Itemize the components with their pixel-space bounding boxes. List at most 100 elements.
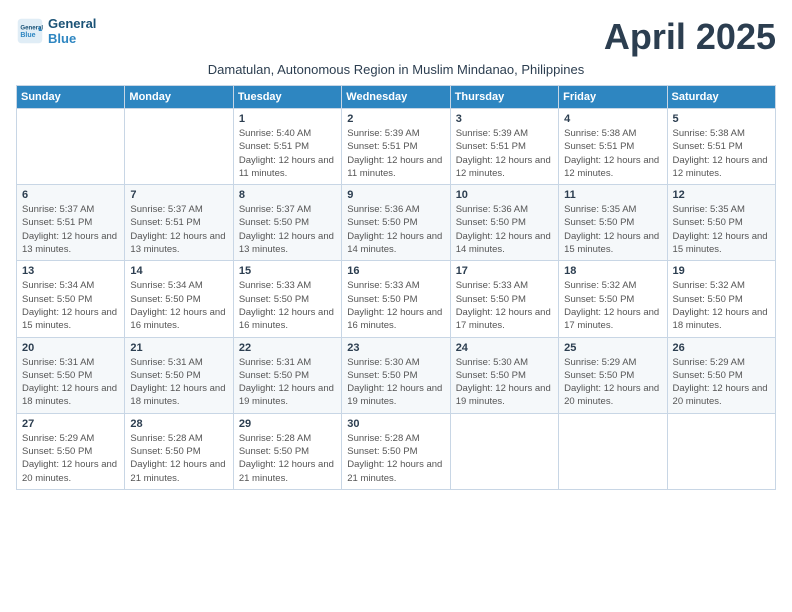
day-info: Sunrise: 5:33 AMSunset: 5:50 PMDaylight:… <box>456 279 553 332</box>
day-number: 19 <box>673 265 770 277</box>
calendar-cell: 30 Sunrise: 5:28 AMSunset: 5:50 PMDaylig… <box>342 413 450 489</box>
day-info: Sunrise: 5:37 AMSunset: 5:51 PMDaylight:… <box>22 203 119 256</box>
day-info: Sunrise: 5:32 AMSunset: 5:50 PMDaylight:… <box>673 279 770 332</box>
day-number: 15 <box>239 265 336 277</box>
day-number: 26 <box>673 342 770 354</box>
day-info: Sunrise: 5:29 AMSunset: 5:50 PMDaylight:… <box>22 432 119 485</box>
day-number: 3 <box>456 113 553 125</box>
calendar-cell: 7 Sunrise: 5:37 AMSunset: 5:51 PMDayligh… <box>125 185 233 261</box>
calendar-cell: 22 Sunrise: 5:31 AMSunset: 5:50 PMDaylig… <box>233 337 341 413</box>
logo-icon: General Blue <box>16 17 44 45</box>
day-info: Sunrise: 5:38 AMSunset: 5:51 PMDaylight:… <box>673 127 770 180</box>
weekday-header: Monday <box>125 86 233 109</box>
day-info: Sunrise: 5:31 AMSunset: 5:50 PMDaylight:… <box>22 356 119 409</box>
day-number: 14 <box>130 265 227 277</box>
calendar-cell: 9 Sunrise: 5:36 AMSunset: 5:50 PMDayligh… <box>342 185 450 261</box>
calendar-week-row: 6 Sunrise: 5:37 AMSunset: 5:51 PMDayligh… <box>17 185 776 261</box>
calendar-cell <box>559 413 667 489</box>
day-info: Sunrise: 5:39 AMSunset: 5:51 PMDaylight:… <box>456 127 553 180</box>
day-info: Sunrise: 5:30 AMSunset: 5:50 PMDaylight:… <box>347 356 444 409</box>
calendar-week-row: 20 Sunrise: 5:31 AMSunset: 5:50 PMDaylig… <box>17 337 776 413</box>
weekday-header: Tuesday <box>233 86 341 109</box>
day-number: 12 <box>673 189 770 201</box>
day-info: Sunrise: 5:33 AMSunset: 5:50 PMDaylight:… <box>347 279 444 332</box>
calendar-cell: 2 Sunrise: 5:39 AMSunset: 5:51 PMDayligh… <box>342 109 450 185</box>
day-info: Sunrise: 5:34 AMSunset: 5:50 PMDaylight:… <box>22 279 119 332</box>
day-info: Sunrise: 5:34 AMSunset: 5:50 PMDaylight:… <box>130 279 227 332</box>
day-info: Sunrise: 5:35 AMSunset: 5:50 PMDaylight:… <box>564 203 661 256</box>
calendar-cell: 12 Sunrise: 5:35 AMSunset: 5:50 PMDaylig… <box>667 185 775 261</box>
calendar-cell: 15 Sunrise: 5:33 AMSunset: 5:50 PMDaylig… <box>233 261 341 337</box>
calendar-cell: 3 Sunrise: 5:39 AMSunset: 5:51 PMDayligh… <box>450 109 558 185</box>
day-number: 30 <box>347 418 444 430</box>
day-number: 29 <box>239 418 336 430</box>
day-number: 8 <box>239 189 336 201</box>
day-number: 18 <box>564 265 661 277</box>
calendar-cell: 11 Sunrise: 5:35 AMSunset: 5:50 PMDaylig… <box>559 185 667 261</box>
calendar-cell: 6 Sunrise: 5:37 AMSunset: 5:51 PMDayligh… <box>17 185 125 261</box>
calendar-cell: 4 Sunrise: 5:38 AMSunset: 5:51 PMDayligh… <box>559 109 667 185</box>
day-number: 17 <box>456 265 553 277</box>
day-info: Sunrise: 5:36 AMSunset: 5:50 PMDaylight:… <box>456 203 553 256</box>
calendar-cell: 25 Sunrise: 5:29 AMSunset: 5:50 PMDaylig… <box>559 337 667 413</box>
calendar-cell: 23 Sunrise: 5:30 AMSunset: 5:50 PMDaylig… <box>342 337 450 413</box>
day-info: Sunrise: 5:28 AMSunset: 5:50 PMDaylight:… <box>239 432 336 485</box>
day-number: 9 <box>347 189 444 201</box>
weekday-header: Thursday <box>450 86 558 109</box>
calendar-week-row: 27 Sunrise: 5:29 AMSunset: 5:50 PMDaylig… <box>17 413 776 489</box>
svg-text:Blue: Blue <box>20 32 35 39</box>
calendar-subtitle: Damatulan, Autonomous Region in Muslim M… <box>16 62 776 77</box>
day-info: Sunrise: 5:31 AMSunset: 5:50 PMDaylight:… <box>130 356 227 409</box>
day-number: 11 <box>564 189 661 201</box>
page-header: General Blue General Blue April 2025 <box>16 16 776 58</box>
calendar-cell: 16 Sunrise: 5:33 AMSunset: 5:50 PMDaylig… <box>342 261 450 337</box>
calendar-cell <box>450 413 558 489</box>
day-info: Sunrise: 5:31 AMSunset: 5:50 PMDaylight:… <box>239 356 336 409</box>
weekday-header: Saturday <box>667 86 775 109</box>
day-info: Sunrise: 5:38 AMSunset: 5:51 PMDaylight:… <box>564 127 661 180</box>
calendar-cell <box>667 413 775 489</box>
calendar-cell: 26 Sunrise: 5:29 AMSunset: 5:50 PMDaylig… <box>667 337 775 413</box>
day-number: 1 <box>239 113 336 125</box>
weekday-header: Wednesday <box>342 86 450 109</box>
calendar-cell: 10 Sunrise: 5:36 AMSunset: 5:50 PMDaylig… <box>450 185 558 261</box>
day-number: 20 <box>22 342 119 354</box>
day-number: 6 <box>22 189 119 201</box>
calendar-cell: 13 Sunrise: 5:34 AMSunset: 5:50 PMDaylig… <box>17 261 125 337</box>
day-info: Sunrise: 5:36 AMSunset: 5:50 PMDaylight:… <box>347 203 444 256</box>
calendar-cell: 1 Sunrise: 5:40 AMSunset: 5:51 PMDayligh… <box>233 109 341 185</box>
weekday-header-row: SundayMondayTuesdayWednesdayThursdayFrid… <box>17 86 776 109</box>
calendar-table: SundayMondayTuesdayWednesdayThursdayFrid… <box>16 85 776 490</box>
day-number: 4 <box>564 113 661 125</box>
day-info: Sunrise: 5:40 AMSunset: 5:51 PMDaylight:… <box>239 127 336 180</box>
calendar-cell: 24 Sunrise: 5:30 AMSunset: 5:50 PMDaylig… <box>450 337 558 413</box>
day-info: Sunrise: 5:39 AMSunset: 5:51 PMDaylight:… <box>347 127 444 180</box>
calendar-cell: 18 Sunrise: 5:32 AMSunset: 5:50 PMDaylig… <box>559 261 667 337</box>
logo-text: General Blue <box>48 16 96 46</box>
calendar-cell: 14 Sunrise: 5:34 AMSunset: 5:50 PMDaylig… <box>125 261 233 337</box>
calendar-week-row: 1 Sunrise: 5:40 AMSunset: 5:51 PMDayligh… <box>17 109 776 185</box>
calendar-cell: 5 Sunrise: 5:38 AMSunset: 5:51 PMDayligh… <box>667 109 775 185</box>
day-number: 13 <box>22 265 119 277</box>
day-info: Sunrise: 5:37 AMSunset: 5:50 PMDaylight:… <box>239 203 336 256</box>
day-number: 5 <box>673 113 770 125</box>
day-number: 10 <box>456 189 553 201</box>
calendar-cell <box>125 109 233 185</box>
calendar-cell: 8 Sunrise: 5:37 AMSunset: 5:50 PMDayligh… <box>233 185 341 261</box>
day-number: 24 <box>456 342 553 354</box>
day-info: Sunrise: 5:30 AMSunset: 5:50 PMDaylight:… <box>456 356 553 409</box>
calendar-cell: 20 Sunrise: 5:31 AMSunset: 5:50 PMDaylig… <box>17 337 125 413</box>
day-number: 23 <box>347 342 444 354</box>
calendar-cell: 27 Sunrise: 5:29 AMSunset: 5:50 PMDaylig… <box>17 413 125 489</box>
day-number: 27 <box>22 418 119 430</box>
calendar-cell: 29 Sunrise: 5:28 AMSunset: 5:50 PMDaylig… <box>233 413 341 489</box>
day-number: 16 <box>347 265 444 277</box>
day-number: 28 <box>130 418 227 430</box>
logo: General Blue General Blue <box>16 16 96 46</box>
day-number: 2 <box>347 113 444 125</box>
calendar-cell: 21 Sunrise: 5:31 AMSunset: 5:50 PMDaylig… <box>125 337 233 413</box>
calendar-cell <box>17 109 125 185</box>
day-number: 22 <box>239 342 336 354</box>
day-info: Sunrise: 5:33 AMSunset: 5:50 PMDaylight:… <box>239 279 336 332</box>
day-number: 25 <box>564 342 661 354</box>
